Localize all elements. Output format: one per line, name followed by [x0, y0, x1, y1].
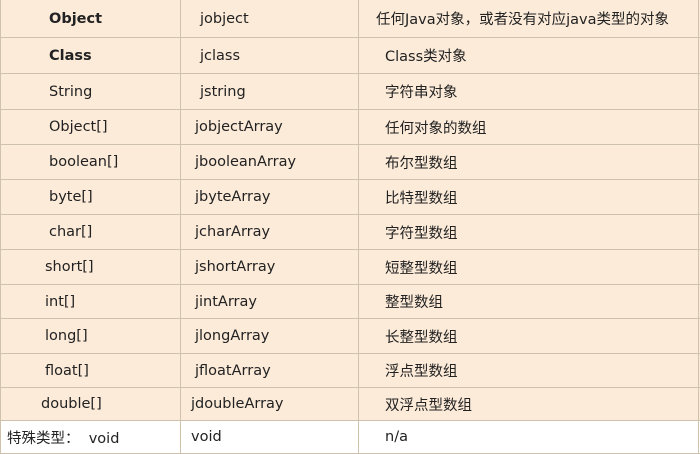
description-cell: Class类对象 [359, 38, 699, 73]
table-row: double[] jdoubleArray 双浮点型数组 [0, 388, 700, 421]
description-cell: 布尔型数组 [359, 145, 699, 179]
table-row: String jstring 字符串对象 [0, 74, 700, 110]
jni-type-cell: jintArray [181, 285, 359, 318]
jni-type-cell: jobjectArray [181, 110, 359, 144]
java-type-cell: Object[] [0, 110, 181, 144]
table-row: short[] jshortArray 短整型数组 [0, 250, 700, 285]
description-cell: 整型数组 [359, 285, 699, 318]
java-type-cell: boolean[] [0, 145, 181, 179]
jni-type-cell: jbyteArray [181, 180, 359, 214]
description-cell: 任何对象的数组 [359, 110, 699, 144]
description-cell: 任何Java对象，或者没有对应java类型的对象 [359, 0, 699, 37]
jni-type-cell: void [181, 421, 359, 453]
jni-type-cell: jfloatArray [181, 354, 359, 387]
java-type-cell: float[] [0, 354, 181, 387]
jni-type-mapping-table: Object jobject 任何Java对象，或者没有对应java类型的对象 … [0, 0, 700, 454]
java-type-cell: int[] [0, 285, 181, 318]
jni-type-cell: jobject [181, 0, 359, 37]
description-cell: n/a [359, 421, 699, 453]
table-row: Class jclass Class类对象 [0, 38, 700, 74]
table-row: char[] jcharArray 字符型数组 [0, 215, 700, 250]
table-row: Object jobject 任何Java对象，或者没有对应java类型的对象 [0, 0, 700, 38]
description-cell: 短整型数组 [359, 250, 699, 284]
table-row: float[] jfloatArray 浮点型数组 [0, 354, 700, 388]
java-type-cell: double[] [0, 388, 181, 420]
table-row: 特殊类型： void void n/a [0, 421, 700, 454]
description-cell: 双浮点型数组 [359, 388, 699, 420]
jni-type-cell: jshortArray [181, 250, 359, 284]
java-type-cell: char[] [0, 215, 181, 249]
java-type-cell: String [0, 74, 181, 109]
jni-type-cell: jcharArray [181, 215, 359, 249]
java-type-cell: 特殊类型： void [0, 421, 181, 453]
java-type-cell: Class [0, 38, 181, 73]
description-cell: 浮点型数组 [359, 354, 699, 387]
java-type-cell: byte[] [0, 180, 181, 214]
jni-type-cell: jlongArray [181, 319, 359, 353]
java-type-cell: short[] [0, 250, 181, 284]
table-row: long[] jlongArray 长整型数组 [0, 319, 700, 354]
jni-type-cell: jclass [181, 38, 359, 73]
description-cell: 长整型数组 [359, 319, 699, 353]
table-row: byte[] jbyteArray 比特型数组 [0, 180, 700, 215]
jni-type-cell: jstring [181, 74, 359, 109]
table-row: Object[] jobjectArray 任何对象的数组 [0, 110, 700, 145]
table-row: int[] jintArray 整型数组 [0, 285, 700, 319]
description-cell: 字符串对象 [359, 74, 699, 109]
java-type-cell: Object [0, 0, 181, 37]
table-row: boolean[] jbooleanArray 布尔型数组 [0, 145, 700, 180]
description-cell: 字符型数组 [359, 215, 699, 249]
description-cell: 比特型数组 [359, 180, 699, 214]
java-type-cell: long[] [0, 319, 181, 353]
jni-type-cell: jbooleanArray [181, 145, 359, 179]
jni-type-cell: jdoubleArray [181, 388, 359, 420]
